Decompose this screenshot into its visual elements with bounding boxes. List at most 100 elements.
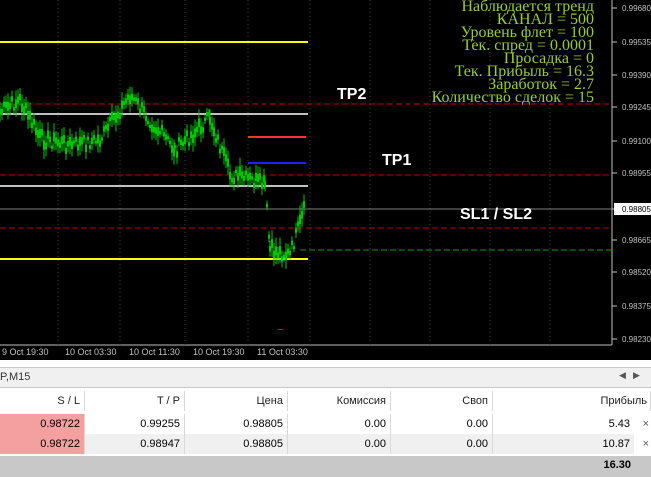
candle-body: [7, 102, 9, 111]
candle-body: [139, 108, 141, 114]
price-chart[interactable]: 0.99680 0.99535 0.99390 0.99245 0.99100 0.989…: [0, 0, 651, 360]
price-tick-label: 0.98955: [622, 169, 651, 178]
candle-body: [264, 181, 266, 187]
candle-body: [291, 240, 293, 245]
candle-body: [93, 134, 95, 140]
commission-cell: 0.00: [288, 434, 391, 454]
candle-body: [57, 139, 59, 147]
candle-body: [165, 134, 167, 140]
candle-body: [303, 201, 305, 208]
table-row[interactable]: 0.98722 0.98947 0.98805 0.00 0.00 10.87 …: [0, 434, 651, 454]
candle-body: [89, 145, 91, 150]
candle-body: [269, 246, 271, 252]
col-swap[interactable]: Своп: [391, 391, 493, 411]
candle-body: [101, 137, 103, 141]
candle-body: [281, 256, 283, 262]
candle-body: [167, 136, 169, 140]
close-position-icon[interactable]: ×: [643, 414, 649, 434]
candle-body: [239, 166, 241, 176]
price-tick-label: 0.98230: [622, 335, 651, 344]
time-tick-label: 10 Oct 19:30: [193, 347, 245, 357]
candle-body: [225, 154, 227, 162]
candle-body: [279, 246, 281, 255]
candle-body: [237, 173, 239, 181]
candle-body: [115, 114, 117, 123]
candle-body: [271, 239, 273, 249]
candle-body: [131, 93, 133, 101]
candle-body: [9, 102, 11, 110]
candle-body: [71, 141, 73, 150]
scroll-right-icon[interactable]: ▶: [633, 370, 643, 382]
candle-body: [15, 99, 17, 108]
candle-body: [194, 128, 196, 138]
candle-body: [176, 151, 178, 158]
chart-tab[interactable]: P,M15: [0, 371, 30, 383]
candle-body: [21, 103, 23, 113]
candle-body: [289, 250, 291, 256]
candle-body: [103, 126, 105, 132]
table-row[interactable]: 0.98722 0.99255 0.98805 0.00 0.00 5.43 ×: [0, 414, 651, 434]
candle-body: [113, 115, 115, 121]
candle-body: [95, 140, 97, 144]
candle-body: [133, 97, 135, 101]
candle-body: [5, 101, 7, 108]
candle-body: [129, 95, 131, 105]
candle-body: [161, 125, 163, 131]
candle-body: [229, 171, 231, 180]
col-sl[interactable]: S / L: [0, 391, 85, 411]
expert-info-panel: Наблюдается тренд КАНАЛ = 500 Уровень фл…: [432, 0, 594, 106]
candle-body: [37, 130, 39, 138]
sl-label: SL1 / SL2: [460, 206, 533, 223]
total-profit: 16.30: [603, 459, 631, 471]
col-profit[interactable]: Прибыль: [493, 391, 651, 411]
col-commission[interactable]: Комиссия: [288, 391, 391, 411]
time-tick-label: 9 Oct 19:30: [2, 347, 49, 357]
candle-body: [188, 141, 190, 147]
candle-body: [105, 125, 107, 130]
candle-body: [147, 121, 149, 124]
candle-body: [1, 108, 3, 115]
scroll-left-icon[interactable]: ◀: [619, 370, 629, 382]
candle-body: [287, 248, 289, 254]
candle-body: [215, 138, 217, 143]
candle-body: [247, 174, 249, 181]
sl-cell: 0.98722: [0, 434, 85, 454]
close-position-icon[interactable]: ×: [643, 434, 649, 454]
candle-body: [11, 96, 13, 102]
candle-body: [25, 102, 27, 109]
price-tick-label: 0.99100: [622, 137, 651, 146]
profit-cell: 10.87: [493, 434, 634, 454]
candle-body: [227, 158, 229, 167]
candle-body: [297, 221, 299, 227]
current-price-label: 0.98805: [622, 205, 651, 214]
swap-cell: 0.00: [391, 414, 493, 434]
candle-body: [159, 131, 161, 135]
time-tick-label: 11 Oct 03:30: [257, 347, 308, 357]
candle-body: [221, 145, 223, 150]
candle-body: [145, 116, 147, 122]
candle-body: [85, 144, 87, 152]
candle-body: [206, 112, 208, 117]
candle-body: [137, 98, 139, 105]
candle-body: [241, 171, 243, 179]
candle-body: [178, 137, 180, 142]
candle-body: [219, 148, 221, 154]
tp-cell: 0.99255: [85, 414, 185, 434]
candle-body: [174, 145, 176, 149]
col-tp[interactable]: T / P: [85, 391, 185, 411]
candle-body: [35, 127, 37, 135]
candle-body: [211, 123, 213, 130]
candle-body: [190, 131, 192, 139]
candle-body: [171, 145, 173, 153]
candle-body: [217, 134, 219, 140]
candle-body: [155, 127, 157, 134]
price-tick-label: 0.99245: [622, 103, 651, 112]
candle-body: [266, 203, 268, 208]
candle-body: [13, 107, 15, 111]
candle-body: [253, 182, 255, 189]
candle-body: [45, 142, 47, 150]
price-tick-label: 0.98375: [622, 302, 651, 311]
tp2-label: TP2: [337, 86, 367, 103]
candle-body: [151, 124, 153, 133]
col-price[interactable]: Цена: [185, 391, 288, 411]
